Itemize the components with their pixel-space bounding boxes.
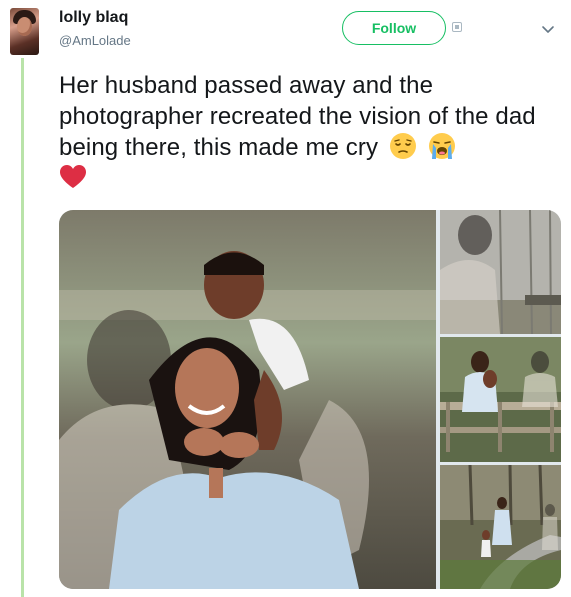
bridge-photo[interactable] <box>440 337 561 462</box>
tweet-text-block: Her husband passed away and the photogra… <box>59 70 564 194</box>
follow-badge-icon <box>452 22 462 32</box>
author-name[interactable]: lolly blaq <box>59 9 128 27</box>
thread-line <box>21 58 24 597</box>
tweet-text: Her husband passed away and the photogra… <box>59 72 536 161</box>
main-family-photo[interactable] <box>59 210 436 589</box>
author-handle[interactable]: @AmLolade <box>59 33 131 48</box>
path-walk-photo[interactable] <box>440 465 561 589</box>
bridge-photo-art <box>440 337 561 462</box>
media-grid <box>59 210 561 589</box>
follow-button[interactable]: Follow <box>342 11 446 45</box>
main-family-photo-art <box>59 210 436 589</box>
father-ghost-photo-art <box>440 210 561 334</box>
avatar[interactable] <box>10 8 39 55</box>
path-walk-photo-art <box>440 465 561 589</box>
father-ghost-photo[interactable] <box>440 210 561 334</box>
loudly-crying-face-emoji <box>428 133 455 159</box>
red-heart-emoji <box>60 165 86 188</box>
avatar-face <box>17 17 32 36</box>
pensive-face-emoji <box>389 133 416 159</box>
chevron-down-icon[interactable] <box>541 22 555 36</box>
